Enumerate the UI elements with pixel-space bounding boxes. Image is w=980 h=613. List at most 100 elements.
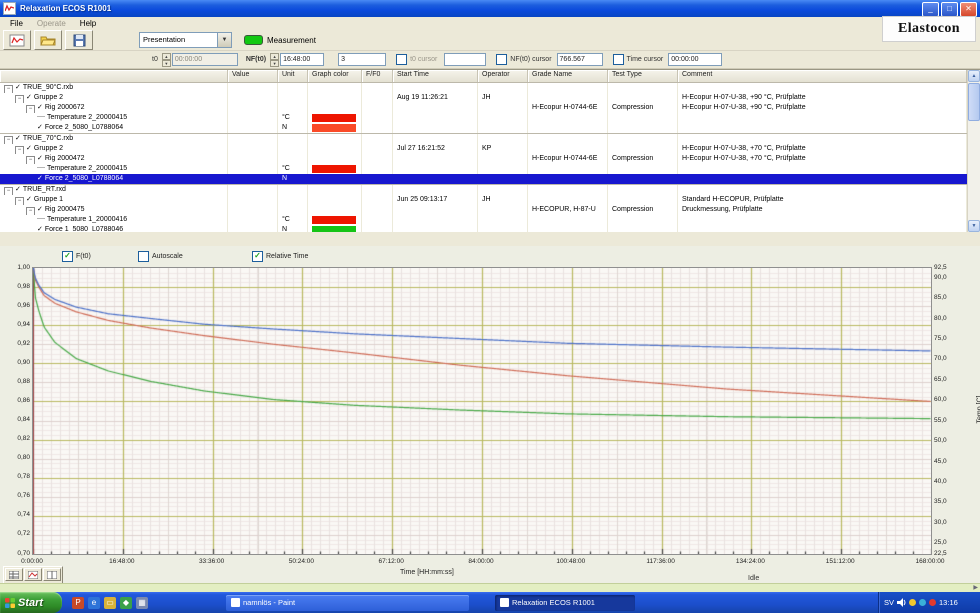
horizontal-scrollbar[interactable]: ▶	[0, 583, 980, 592]
nf-t0-spinner[interactable]: ▲▼	[270, 53, 279, 66]
taskbar-task-paint[interactable]: namnlös - Paint	[226, 595, 469, 611]
quicklaunch-desktop-icon[interactable]: ▦	[136, 597, 148, 609]
graph-color-cell	[308, 103, 362, 113]
relative-time-checkbox[interactable]: ✓	[252, 251, 263, 262]
check-icon[interactable]: ✓	[37, 124, 43, 131]
count-field[interactable]: 3	[338, 53, 386, 66]
table-row[interactable]: −✓TRUE_70°C.rxb	[0, 133, 967, 144]
quicklaunch-app-icon[interactable]: ◆	[120, 597, 132, 609]
nf-t0-cursor-field[interactable]: 766.567	[557, 53, 603, 66]
column-header[interactable]: Unit	[278, 70, 308, 82]
test-type-cell	[608, 83, 678, 93]
table-row[interactable]: −✓Gruppe 2Jul 27 16:21:52KPH-Ecopur H-07…	[0, 144, 967, 154]
tree-expander-icon[interactable]: −	[4, 136, 13, 144]
quicklaunch-ie-icon[interactable]: e	[88, 597, 100, 609]
t0-cursor-checkbox[interactable]	[396, 54, 407, 65]
tree-expander-icon[interactable]: −	[15, 95, 24, 103]
tree-expander-icon[interactable]: −	[15, 197, 24, 205]
autoscale-checkbox-group[interactable]: Autoscale	[138, 251, 183, 262]
table-row[interactable]: Temperature 1_20000416°C	[0, 215, 967, 225]
table-row[interactable]: −✓Gruppe 2Aug 19 11:26:21JHH-Ecopur H-07…	[0, 93, 967, 103]
column-header[interactable]: Start Time	[393, 70, 478, 82]
tree-expander-icon[interactable]: −	[4, 85, 13, 93]
column-header[interactable]: Operator	[478, 70, 528, 82]
table-row[interactable]: −✓Rig 2000472H-Ecopur H-0744-6ECompressi…	[0, 154, 967, 164]
chart-view-button[interactable]	[24, 568, 42, 581]
open-button[interactable]	[34, 30, 62, 50]
tree-expander-icon[interactable]: −	[26, 105, 35, 113]
tree-expander-icon[interactable]: −	[26, 207, 35, 215]
scroll-down-icon[interactable]: ▼	[968, 220, 980, 232]
nf-t0-cursor-label: NF(t0) cursor	[510, 56, 551, 63]
table-row[interactable]: −✓Gruppe 1Jun 25 09:13:17JHStandard H-EC…	[0, 195, 967, 205]
check-icon[interactable]: ✓	[37, 155, 43, 162]
column-header[interactable]: F/F0	[362, 70, 393, 82]
quicklaunch-folder-icon[interactable]: ▭	[104, 597, 116, 609]
relative-time-checkbox-group[interactable]: ✓ Relative Time	[252, 251, 308, 262]
check-icon[interactable]: ✓	[15, 84, 21, 91]
column-header[interactable]: Graph color	[308, 70, 362, 82]
check-icon[interactable]: ✓	[26, 94, 32, 101]
presentation-dropdown[interactable]: Presentation ▼	[139, 32, 232, 48]
close-button[interactable]: ✕	[960, 2, 977, 17]
check-icon[interactable]: ✓	[37, 104, 43, 111]
check-icon[interactable]: ✓	[37, 206, 43, 213]
table-row[interactable]: Temperature 2_20000415°C	[0, 164, 967, 174]
taskbar-task-relaxation[interactable]: Relaxation ECOS R1001	[495, 595, 635, 611]
table-vertical-scrollbar[interactable]: ▲ ▼	[967, 70, 980, 232]
tree-expander-icon[interactable]: −	[26, 156, 35, 164]
scrollbar-thumb[interactable]	[968, 83, 980, 121]
column-header[interactable]	[0, 70, 228, 82]
table-row[interactable]: −✓TRUE_90°C.rxb	[0, 82, 967, 93]
tray-clock-icon[interactable]	[909, 599, 916, 606]
t0-cursor-field[interactable]	[444, 53, 486, 66]
column-header[interactable]: Test Type	[608, 70, 678, 82]
table-row[interactable]: ✓Force 2_5080_L0788064N	[0, 123, 967, 133]
x-tick: 100:48:00	[541, 558, 601, 565]
menu-file[interactable]: File	[4, 19, 29, 28]
unit-cell	[278, 154, 308, 164]
nf-t0-cursor-checkbox[interactable]	[496, 54, 507, 65]
check-icon[interactable]: ✓	[26, 196, 32, 203]
ft0-checkbox[interactable]: ✓	[62, 251, 73, 262]
table-row[interactable]: ✓Force 2_5080_L0788064N	[0, 174, 967, 184]
tree-expander-icon[interactable]: −	[4, 187, 13, 195]
menu-help[interactable]: Help	[74, 19, 102, 28]
check-icon[interactable]: ✓	[37, 175, 43, 182]
autoscale-checkbox[interactable]	[138, 251, 149, 262]
ft0-checkbox-group[interactable]: ✓ F(t0)	[62, 251, 91, 262]
time-cursor-field[interactable]: 00:00:00	[668, 53, 722, 66]
minimize-button[interactable]: _	[922, 2, 939, 17]
table-row[interactable]: −✓Rig 2000475H-ECOPUR, H-87-UCompression…	[0, 205, 967, 215]
maximize-button[interactable]: □	[941, 2, 958, 17]
tray-app-icon[interactable]	[919, 599, 926, 606]
table-row[interactable]: −✓Rig 2000672H-Ecopur H-0744-6ECompressi…	[0, 103, 967, 113]
scroll-right-icon[interactable]: ▶	[973, 585, 978, 592]
grid-view-button[interactable]	[5, 568, 23, 581]
table-row[interactable]: −✓TRUE_RT.rxd	[0, 184, 967, 195]
tree-expander-icon[interactable]: −	[15, 146, 24, 154]
comment-cell	[678, 174, 967, 184]
start-button[interactable]: Start	[0, 592, 62, 613]
time-cursor-checkbox[interactable]	[613, 54, 624, 65]
column-header[interactable]: Value	[228, 70, 278, 82]
check-icon[interactable]: ✓	[15, 135, 21, 142]
presentation-dropdown-value[interactable]: Presentation	[139, 32, 218, 48]
report-button[interactable]	[3, 30, 31, 50]
volume-icon[interactable]	[897, 598, 906, 607]
chevron-down-icon[interactable]: ▼	[218, 32, 232, 48]
splitter[interactable]	[0, 232, 980, 246]
tray-alert-icon[interactable]	[929, 599, 936, 606]
table-row[interactable]: Temperature 2_20000415°C	[0, 113, 967, 123]
save-button[interactable]	[65, 30, 93, 50]
column-header[interactable]: Grade Name	[528, 70, 608, 82]
scroll-up-icon[interactable]: ▲	[968, 70, 980, 82]
language-indicator[interactable]: SV	[884, 598, 894, 607]
quicklaunch-paint-icon[interactable]: P	[72, 597, 84, 609]
nf-t0-field[interactable]: 16:48:00	[280, 53, 324, 66]
check-icon[interactable]: ✓	[15, 186, 21, 193]
column-header[interactable]: Comment	[678, 70, 967, 82]
check-icon[interactable]: ✓	[26, 145, 32, 152]
split-view-button[interactable]	[43, 568, 61, 581]
t0-spinner[interactable]: ▲▼	[162, 53, 171, 66]
